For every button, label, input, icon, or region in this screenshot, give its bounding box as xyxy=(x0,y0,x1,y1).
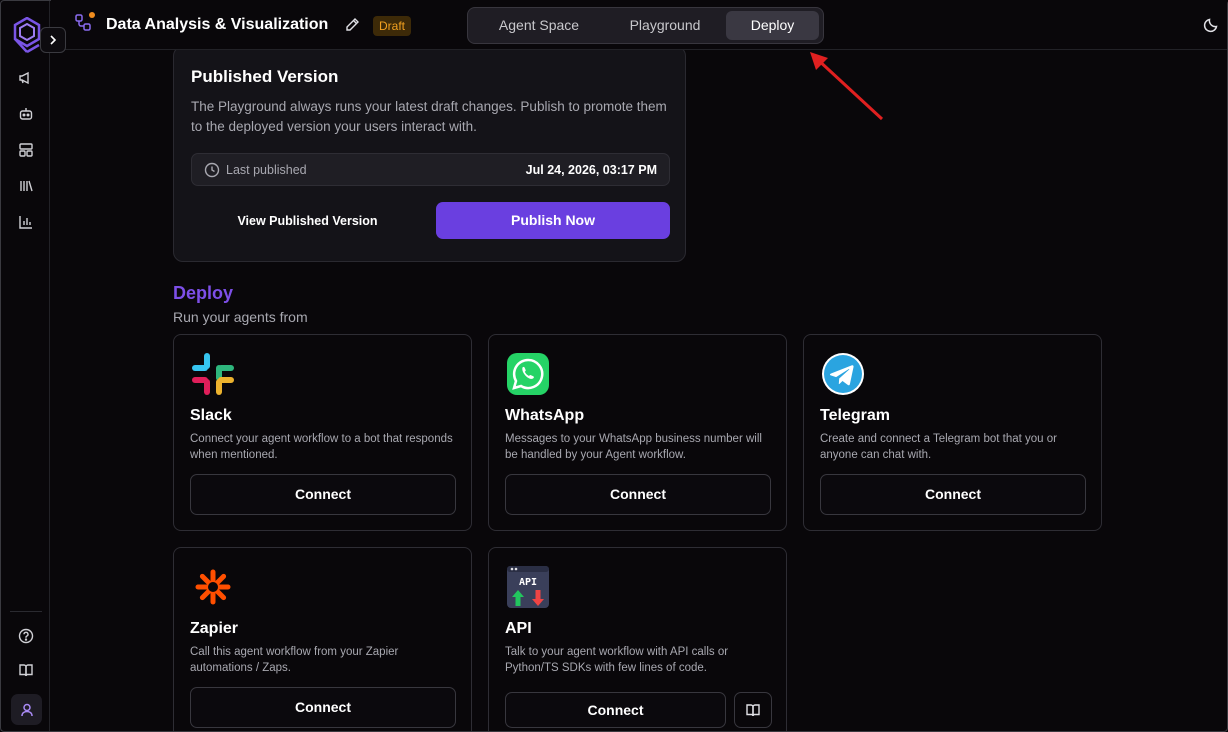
telegram-icon xyxy=(822,353,864,395)
chart-icon[interactable] xyxy=(17,213,35,231)
deploy-heading: Deploy xyxy=(173,283,234,303)
api-icon: API xyxy=(507,566,549,608)
expand-sidebar-button[interactable] xyxy=(40,27,66,53)
layout-icon[interactable] xyxy=(17,141,35,159)
view-tabs: Agent Space Playground Deploy xyxy=(467,7,824,44)
draft-badge: Draft xyxy=(373,16,412,36)
workflow-icon xyxy=(75,12,95,31)
help-icon[interactable] xyxy=(17,627,35,645)
edit-pencil-icon[interactable] xyxy=(344,17,360,33)
top-bar: Data Analysis & Visualization Draft Agen… xyxy=(51,0,1227,50)
zapier-icon xyxy=(195,569,231,605)
tab-deploy[interactable]: Deploy xyxy=(726,11,819,40)
slack-connect-button[interactable]: Connect xyxy=(190,474,456,515)
last-published-label: Last published xyxy=(226,163,307,177)
whatsapp-icon xyxy=(507,353,549,395)
zapier-connect-button[interactable]: Connect xyxy=(190,687,456,728)
api-connect-button[interactable]: Connect xyxy=(505,692,726,728)
last-published-row: Last published Jul 24, 2026, 03:17 PM xyxy=(191,153,670,186)
deploy-subheading: Run your agents from xyxy=(173,309,308,325)
api-icon-label: API xyxy=(519,577,537,588)
view-published-version-button[interactable]: View Published Version xyxy=(191,203,424,239)
publish-now-button[interactable]: Publish Now xyxy=(436,202,670,239)
logo-icon[interactable] xyxy=(13,17,41,53)
telegram-connect-button[interactable]: Connect xyxy=(820,474,1086,515)
integration-card-whatsapp: WhatsApp Messages to your WhatsApp busin… xyxy=(488,334,787,531)
megaphone-icon[interactable] xyxy=(17,69,35,87)
integration-name: Zapier xyxy=(190,620,239,637)
integration-card-api: API API Talk to your agent workflow with… xyxy=(488,547,787,732)
whatsapp-connect-button[interactable]: Connect xyxy=(505,474,771,515)
annotation-arrow-icon xyxy=(810,52,884,121)
integration-name: WhatsApp xyxy=(505,407,585,424)
published-version-description: The Playground always runs your latest d… xyxy=(191,99,667,134)
api-docs-button[interactable] xyxy=(734,692,772,728)
integration-description: Connect your agent workflow to a bot tha… xyxy=(190,433,453,461)
integration-description: Messages to your WhatsApp business numbe… xyxy=(505,433,762,461)
integration-name: API xyxy=(505,620,532,637)
integration-description: Call this agent workflow from your Zapie… xyxy=(190,646,399,674)
integration-name: Slack xyxy=(190,407,232,424)
moon-icon[interactable] xyxy=(1203,17,1219,33)
integration-card-telegram: Telegram Create and connect a Telegram b… xyxy=(803,334,1102,531)
integration-description: Talk to your agent workflow with API cal… xyxy=(505,646,729,674)
tab-agent-space[interactable]: Agent Space xyxy=(480,11,598,40)
sidebar xyxy=(0,0,50,732)
published-version-card: Published Version The Playground always … xyxy=(173,46,686,262)
last-published-date: Jul 24, 2026, 03:17 PM xyxy=(525,163,657,177)
integration-card-zapier: Zapier Call this agent workflow from you… xyxy=(173,547,472,732)
page-title: Data Analysis & Visualization xyxy=(106,16,329,33)
tab-playground[interactable]: Playground xyxy=(606,11,724,40)
bot-icon[interactable] xyxy=(17,105,35,123)
book-open-icon xyxy=(746,704,760,717)
book-icon[interactable] xyxy=(17,661,35,679)
user-avatar-button[interactable] xyxy=(11,694,42,725)
integration-card-slack: Slack Connect your agent workflow to a b… xyxy=(173,334,472,531)
published-version-title: Published Version xyxy=(191,67,339,86)
clock-icon xyxy=(204,162,220,178)
sidebar-divider xyxy=(10,611,42,612)
library-icon[interactable] xyxy=(17,177,35,195)
integration-name: Telegram xyxy=(820,407,890,424)
chevron-right-icon xyxy=(50,35,57,45)
integration-description: Create and connect a Telegram bot that y… xyxy=(820,433,1057,461)
slack-icon xyxy=(192,353,234,395)
user-icon xyxy=(20,703,33,716)
